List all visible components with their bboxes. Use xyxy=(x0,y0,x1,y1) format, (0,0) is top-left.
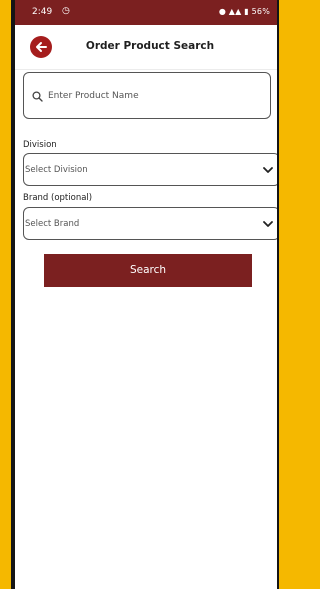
division-label: Division xyxy=(23,140,57,150)
brand-select[interactable]: Select Brand xyxy=(23,207,277,240)
app-screen: 2:49 ◷ ● ▲▲ ▮ 56% Order Product Search D… xyxy=(15,0,277,589)
battery-percent: 56% xyxy=(251,7,270,16)
status-bar: 2:49 ◷ ● ▲▲ ▮ 56% xyxy=(15,0,277,25)
back-button[interactable] xyxy=(30,36,52,58)
signal-icon: ▲▲ xyxy=(228,7,242,16)
battery-icon: ▮ xyxy=(244,7,249,16)
division-selected-value: Select Division xyxy=(25,165,88,175)
arrow-left-icon xyxy=(36,42,47,52)
chevron-down-icon xyxy=(263,167,273,173)
brand-selected-value: Select Brand xyxy=(25,219,80,229)
header: Order Product Search xyxy=(15,25,277,70)
location-icon: ● xyxy=(218,7,227,16)
status-indicators: ● ▲▲ ▮ 56% xyxy=(219,7,270,16)
product-search-input[interactable] xyxy=(48,86,258,106)
product-search-field[interactable] xyxy=(23,72,271,119)
alarm-icon: ◷ xyxy=(62,6,70,16)
page-title: Order Product Search xyxy=(85,40,215,52)
chevron-down-icon xyxy=(263,221,273,227)
search-icon xyxy=(32,91,43,102)
brand-label: Brand (optional) xyxy=(23,193,93,203)
search-button[interactable]: Search xyxy=(44,254,252,287)
status-time: 2:49 xyxy=(32,7,53,17)
division-select[interactable]: Select Division xyxy=(23,153,277,186)
